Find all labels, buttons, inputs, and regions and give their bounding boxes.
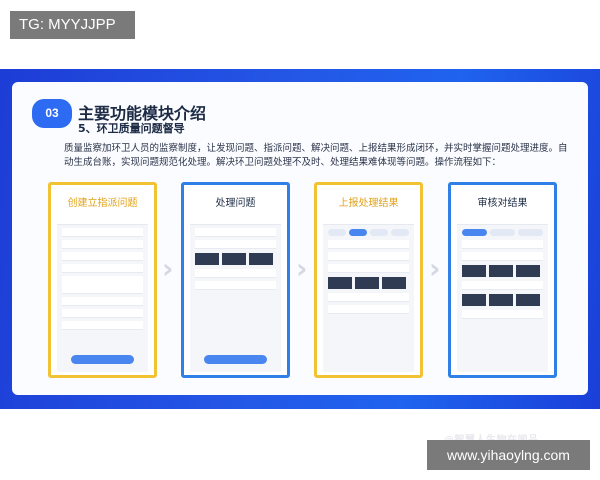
step-card-review: 审核对结果 (448, 182, 557, 378)
info-row (328, 305, 409, 314)
info-row (328, 240, 409, 249)
chevron-right-icon: › (429, 252, 441, 285)
info-row (462, 310, 543, 319)
slide-card: 03 主要功能模块介绍 5、环卫质量问题督导 质量监察加环卫人员的监察制度，让发… (12, 82, 588, 446)
phone-header (57, 211, 148, 225)
top-watermark-label: TG: MYYJJPP (10, 11, 135, 39)
form-row (62, 309, 143, 318)
phone-header (190, 211, 281, 225)
step-title: 处理问题 (215, 198, 256, 209)
chevron-right-icon: › (296, 252, 308, 285)
photo-thumbnails (462, 294, 543, 306)
step-card-handle: 处理问题 (181, 182, 290, 378)
info-row (195, 228, 276, 237)
info-row (195, 281, 276, 290)
step-title: 审核对结果 (477, 198, 528, 209)
form-row (62, 252, 143, 261)
chevron-right-icon: › (162, 252, 174, 285)
phone-header (323, 211, 414, 225)
photo-thumbnails (328, 277, 409, 289)
info-row (328, 252, 409, 261)
slide-subtitle: 5、环卫质量问题督导 (78, 122, 185, 135)
info-row (462, 252, 543, 261)
info-row (195, 269, 276, 278)
step-card-create: 创建立指派问题 (48, 182, 157, 378)
info-row (462, 240, 543, 249)
status-tabs (462, 229, 543, 236)
phone-screenshot (457, 211, 548, 372)
step-title: 创建立指派问题 (67, 198, 138, 209)
section-number-badge: 03 (32, 99, 72, 128)
bottom-watermark-label: www.yihaoylng.com (427, 440, 590, 470)
info-row (328, 293, 409, 302)
info-row (328, 264, 409, 273)
info-row (462, 281, 543, 290)
phone-screenshot (190, 211, 281, 372)
form-row (62, 240, 143, 249)
phone-screenshot (323, 211, 414, 372)
handle-button (204, 355, 267, 364)
step-card-report: 上报处理结果 (314, 182, 423, 378)
phone-screenshot (57, 211, 148, 372)
form-row (62, 321, 143, 330)
photo-thumbnails (195, 253, 276, 265)
phone-header (457, 211, 548, 225)
step-title: 上报处理结果 (338, 198, 399, 209)
submit-button (71, 355, 134, 364)
form-row (62, 228, 143, 237)
info-row (195, 240, 276, 249)
slide-description: 质量监察加环卫人员的监察制度，让发现问题、指派问题、解决问题、上报结果形成闭环，… (64, 143, 568, 168)
form-row (62, 264, 143, 273)
form-row (62, 297, 143, 306)
form-textarea (62, 276, 143, 294)
status-tabs (328, 229, 409, 236)
photo-thumbnails (462, 265, 543, 277)
